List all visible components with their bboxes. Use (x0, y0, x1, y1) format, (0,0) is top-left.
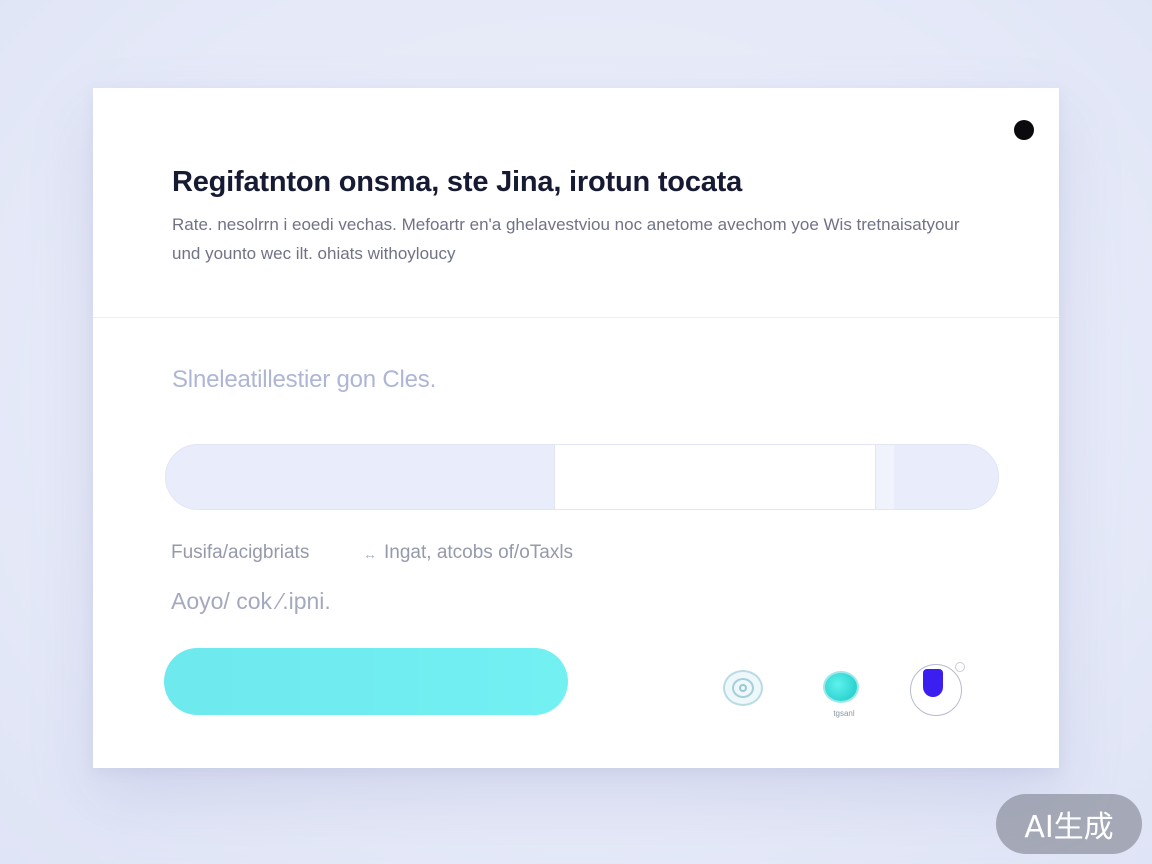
meta-separator-icon: ↔ (363, 546, 377, 562)
dialog-description: Rate. nesolrrn i eoedi vechas. Mefoartr … (172, 215, 960, 263)
segment-divider (876, 445, 894, 509)
teal-icon-caption: tgsanl (833, 709, 855, 718)
sub-label: Aoyo/ cok ⁄.ipni. (171, 588, 331, 614)
fingerprint-icon-core (739, 684, 747, 692)
shield-toggle-icon[interactable] (910, 662, 965, 716)
segmented-selector[interactable] (165, 444, 999, 510)
meta-right-link[interactable]: Ingat, atcobs of/oTaxls (384, 542, 573, 564)
teal-circle-icon[interactable] (823, 671, 859, 703)
segment-option-1[interactable] (166, 445, 554, 509)
segment-option-2-selected[interactable] (554, 445, 876, 509)
dialog-title: Regifatnton onsma, ste Jina, irotun toca… (172, 166, 743, 198)
registration-dialog: Regifatnton onsma, ste Jina, irotun toca… (93, 88, 1059, 768)
meta-left-label: Fusifa/acigbriats (171, 542, 310, 563)
segment-option-3[interactable] (894, 445, 998, 509)
shield-badge-icon (923, 669, 943, 697)
ai-generated-watermark: AI生成 (996, 794, 1142, 854)
primary-action-button[interactable] (164, 648, 568, 715)
fingerprint-icon-inner (732, 678, 754, 698)
fingerprint-icon[interactable] (723, 670, 763, 706)
header-divider (93, 317, 1059, 318)
selector-label: Slneleatillestier gon Cles. (172, 366, 437, 393)
toggle-knob-icon (955, 662, 965, 672)
close-icon[interactable] (1014, 120, 1034, 140)
